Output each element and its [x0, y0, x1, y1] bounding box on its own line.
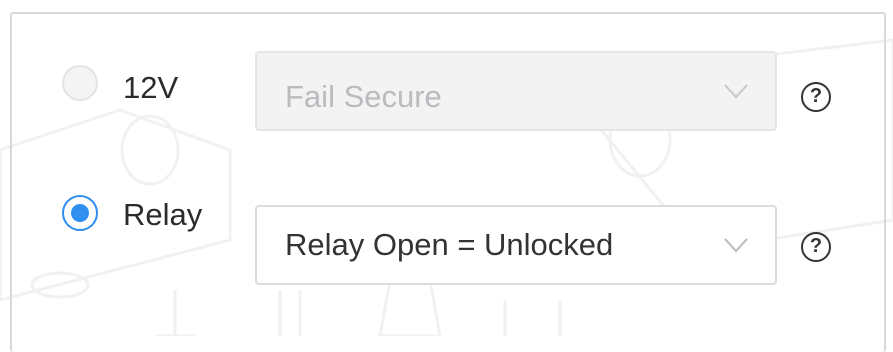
radio-label-relay: Relay	[123, 197, 203, 232]
radio-label-12v: 12V	[123, 70, 179, 105]
radio-relay[interactable]	[62, 195, 98, 231]
failure-mode-select-12v: Fail Secure	[255, 51, 777, 131]
chevron-down-icon	[724, 84, 748, 99]
select-value-relay: Relay Open = Unlocked	[285, 227, 614, 262]
option-row-12v: 12V Fail Secure ?	[0, 45, 893, 135]
option-row-relay: Relay Relay Open = Unlocked ?	[0, 195, 893, 285]
radio-12v[interactable]	[62, 65, 98, 101]
radio-selected-dot	[71, 204, 89, 222]
help-icon[interactable]: ?	[801, 82, 831, 112]
select-value-12v: Fail Secure	[285, 79, 442, 114]
relay-mode-select[interactable]: Relay Open = Unlocked	[255, 205, 777, 285]
help-icon[interactable]: ?	[801, 232, 831, 262]
chevron-down-icon	[724, 238, 748, 253]
